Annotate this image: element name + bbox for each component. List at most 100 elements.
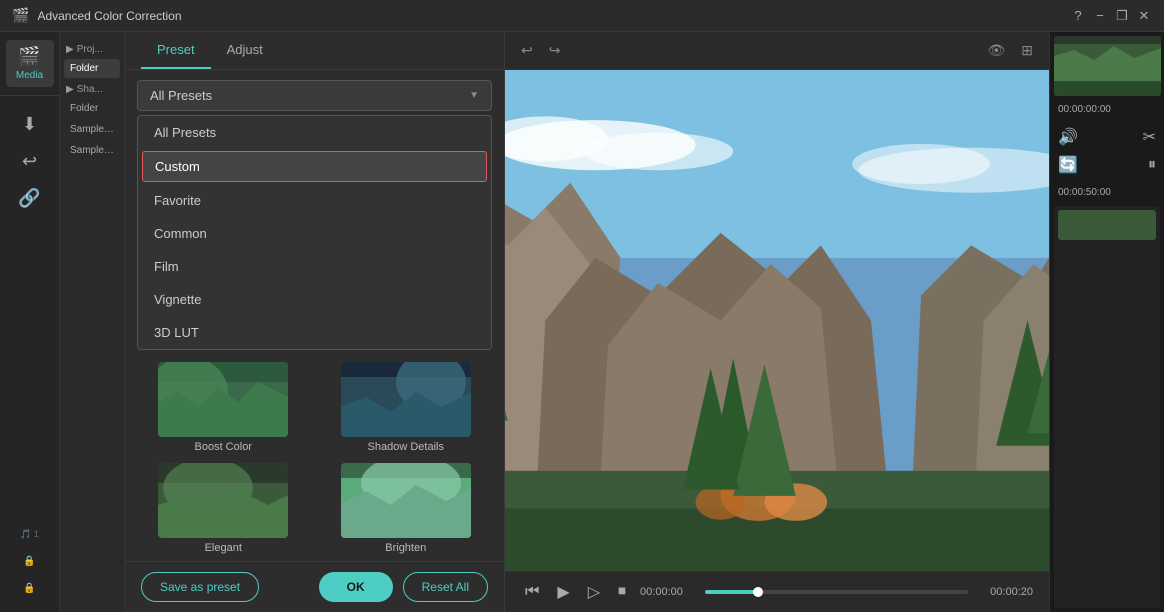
preset-grid: Boost Color Shadow Details [125,350,504,561]
right-ctrl-row-2: 🔄 ⏸ [1058,155,1156,175]
sidebar-item-media[interactable]: 🎬 Media [6,40,54,87]
scissors-button[interactable]: ✂ [1143,127,1156,147]
audio-label: 🎵 1 [20,529,39,540]
redo-toolbar-button[interactable]: ↪ [545,40,565,61]
sidebar-item-lock[interactable]: 🔒 [6,550,54,573]
file-section-proj[interactable]: ▶ Proj... [64,40,120,59]
sidebar-item-link[interactable]: 🔗 [6,182,54,215]
minimize-button[interactable]: − [1092,8,1108,24]
preset-item-shadow-details[interactable]: Shadow Details [320,362,493,453]
menu-item-custom[interactable]: Custom [142,151,487,182]
tab-preset[interactable]: Preset [141,32,211,69]
app-icon: 🎬 [12,7,29,24]
import-icon: ⬇ [22,114,37,135]
menu-item-favorite[interactable]: Favorite [138,184,491,217]
right-time-bottom: 00:00:50:00 [1054,183,1160,202]
restore-button[interactable]: ❐ [1114,8,1130,24]
preset-thumb-elegant [158,463,288,538]
total-time: 00:00:20 [978,586,1033,598]
file-section-sha[interactable]: ▶ Sha... [64,80,120,99]
progress-bar[interactable] [705,590,968,594]
preset-label-brighten: Brighten [385,542,426,554]
file-item-folder[interactable]: Folder [64,59,120,78]
preset-label-elegant: Elegant [205,542,242,554]
sha-arrow: ▶ [66,84,74,95]
menu-item-all-presets[interactable]: All Presets [138,116,491,149]
file-item-folder2[interactable]: Folder [64,99,120,118]
close-button[interactable]: ✕ [1136,8,1152,24]
sidebar-item-lock2[interactable]: 🔒 [6,577,54,600]
video-area: ↩ ↪ 👁 ⊞ [505,32,1049,612]
preset-dropdown[interactable]: All Presets ▼ [137,80,492,111]
dialog-footer: Save as preset OK Reset All [125,561,504,612]
color-correction-dialog: Preset Adjust All Presets ▼ All Presets … [125,32,505,612]
step-back-button[interactable]: ⏮ [521,581,543,603]
title-bar-left: 🎬 Advanced Color Correction [12,7,182,24]
pause-button[interactable]: ⏸ [1148,156,1156,174]
dialog-tabs: Preset Adjust [125,32,504,70]
file-item-samplevid[interactable]: Sample Vid... [64,141,120,160]
menu-item-vignette[interactable]: Vignette [138,283,491,316]
sha-label: Sha... [77,84,103,95]
dropdown-chevron-icon: ▼ [469,90,479,101]
preset-item-brighten[interactable]: Brighten [320,463,493,554]
compare-icon-button[interactable]: ⊞ [1017,40,1037,61]
stop-button[interactable]: ⏹ [614,581,630,603]
media-icon: 🎬 [18,46,40,67]
right-ctrl-row-1: 🔊 ✂ [1058,127,1156,147]
menu-item-film[interactable]: Film [138,250,491,283]
right-time-top: 00:00:00:00 [1054,100,1160,119]
sidebar-item-import[interactable]: ⬇ [6,108,54,141]
help-button[interactable]: ? [1070,8,1086,24]
dropdown-menu: All Presets Custom Favorite Common Film … [137,115,492,350]
menu-item-3dlut[interactable]: 3D LUT [138,316,491,349]
footer-right-buttons: OK Reset All [319,572,488,602]
file-panel: ▶ Proj... Folder ▶ Sha... Folder Sample … [60,32,125,612]
preset-label-shadow-details: Shadow Details [368,441,444,453]
proj-label: Proj... [77,44,103,55]
preview-icon-button[interactable]: 👁 [983,40,1009,61]
progress-fill [705,590,758,594]
preset-item-elegant[interactable]: Elegant [137,463,310,554]
reset-all-button[interactable]: Reset All [403,572,488,602]
progress-thumb [753,587,763,597]
volume-button[interactable]: 🔊 [1058,127,1078,147]
timeline-bar [1058,210,1156,240]
right-strip: 00:00:00:00 🔊 ✂ 🔄 ⏸ 00:00:50:00 [1049,32,1164,612]
current-time: 00:00:00 [640,586,695,598]
sidebar-item-audio[interactable]: 🎵 1 [6,523,54,546]
video-controls: ⏮ ▶ ▷ ⏹ 00:00:00 00:00:20 [505,571,1049,612]
toolbar-left-icons: ↩ ↪ [517,40,564,61]
lock2-icon: 🔒 [23,583,35,594]
preset-thumb-shadow-details [341,362,471,437]
menu-item-common[interactable]: Common [138,217,491,250]
preset-thumb-brighten [341,463,471,538]
window-controls: ? − ❐ ✕ [1070,8,1152,24]
video-preview [505,70,1049,571]
file-item-sampleco[interactable]: Sample Co... [64,120,120,139]
save-preset-button[interactable]: Save as preset [141,572,259,602]
play-button[interactable]: ▶ [553,580,573,604]
dialog-title: Advanced Color Correction [37,9,181,23]
preset-label-boost-color: Boost Color [195,441,252,453]
undo-toolbar-button[interactable]: ↩ [517,40,537,61]
sidebar-divider [0,95,59,96]
lock-icon: 🔒 [23,556,35,567]
sidebar-item-undo[interactable]: ↩ [6,145,54,178]
preset-item-boost-color[interactable]: Boost Color [137,362,310,453]
play-alt-button[interactable]: ▷ [584,580,604,604]
toolbar-right-icons: 👁 ⊞ [983,40,1037,61]
link-icon: 🔗 [18,188,40,209]
replay-button[interactable]: 🔄 [1058,155,1078,175]
title-bar: 🎬 Advanced Color Correction ? − ❐ ✕ [0,0,1164,32]
undo-icon: ↩ [22,151,37,172]
preset-thumb-boost-color [158,362,288,437]
proj-arrow: ▶ [66,44,74,55]
ok-button[interactable]: OK [319,572,393,602]
right-controls: 🔊 ✂ 🔄 ⏸ [1054,119,1160,183]
video-toolbar: ↩ ↪ 👁 ⊞ [505,32,1049,70]
right-thumbnail [1054,36,1161,96]
main-layout: 🎬 Media ⬇ ↩ 🔗 🎵 1 🔒 🔒 ▶ Proj... Folde [0,32,1164,612]
tab-adjust[interactable]: Adjust [211,32,279,69]
preset-dropdown-value: All Presets [150,88,212,103]
